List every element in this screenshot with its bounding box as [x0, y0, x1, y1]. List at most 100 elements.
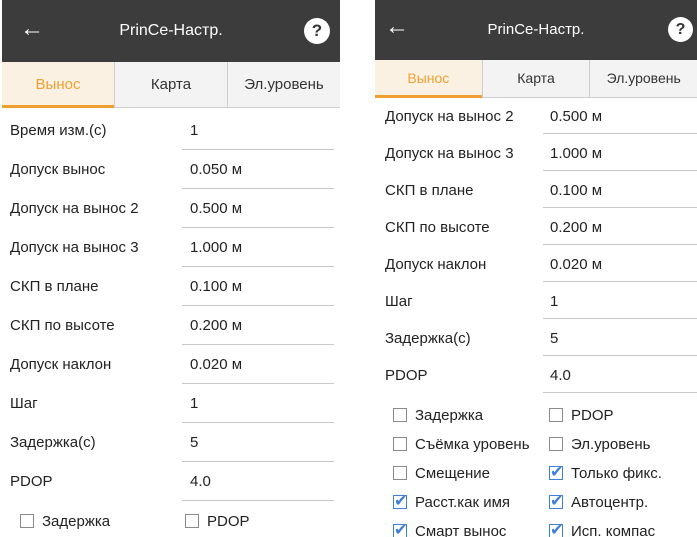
checkbox-el-uroven[interactable]: Эл.уровень	[549, 433, 650, 457]
input-underline	[182, 422, 334, 423]
tab-el-uroven[interactable]: Эл.уровень	[590, 60, 697, 97]
checkbox-box[interactable]	[393, 437, 407, 451]
checkbox-box[interactable]	[549, 490, 563, 514]
tab-vynos[interactable]: Вынос	[375, 60, 483, 98]
checkbox-grid: Задержка PDOP Съёмка уровень Эл.уровень …	[385, 404, 697, 537]
app-bar: ← PrinCe-Настр. ?	[2, 0, 340, 62]
setting-row: СКП по высоте 0.200 м	[385, 215, 697, 252]
settings-screen-left: ← PrinCe-Настр. ? Вынос Карта Эл.уровень…	[2, 0, 340, 537]
settings-list: Допуск на вынос 2 0.500 м Допуск на вынос…	[375, 98, 697, 537]
setting-label: Допуск на вынос 2	[385, 108, 514, 125]
setting-value-input[interactable]: 5	[190, 430, 198, 456]
setting-label: Допуск вынос	[10, 161, 106, 178]
checkbox-box[interactable]	[549, 408, 563, 422]
input-underline	[182, 227, 334, 228]
checkbox-box[interactable]	[393, 519, 407, 537]
checkbox-row: Задержка PDOP	[385, 404, 697, 433]
settings-list: Время изм.(с) 1 Допуск вынос 0.050 м Допус…	[2, 108, 340, 537]
screen-title: PrinCe-Настр.	[119, 22, 223, 39]
setting-value-input[interactable]: 0.500 м	[190, 196, 242, 222]
setting-value-input[interactable]: 4.0	[190, 469, 211, 495]
setting-row: PDOP 4.0	[10, 469, 340, 508]
setting-value-input[interactable]: 0.100 м	[190, 274, 242, 300]
setting-value-input[interactable]: 0.200 м	[550, 215, 602, 241]
setting-row: Шаг 1	[10, 391, 340, 430]
checkbox-zaderzhka[interactable]: Задержка	[393, 404, 483, 428]
setting-row: Задержка(с) 5	[10, 430, 340, 469]
checkbox-avtocentr[interactable]: Автоцентр.	[549, 490, 648, 515]
input-underline	[182, 500, 334, 501]
checkbox-row: Смещение Только фикс.	[385, 461, 697, 491]
checkbox-rasst-kak-imya[interactable]: Расст.как имя	[393, 490, 511, 515]
setting-value-input[interactable]: 0.050 м	[190, 157, 242, 183]
setting-value-input[interactable]: 0.500 м	[550, 104, 602, 130]
checkbox-label: PDOP	[571, 407, 614, 424]
checkbox-row: Смарт вынос Исп. компас	[385, 519, 697, 537]
checkbox-label: Смещение	[415, 465, 491, 482]
checkbox-label: PDOP	[207, 513, 250, 530]
setting-row: СКП в плане 0.100 м	[10, 274, 340, 313]
setting-value-input[interactable]: 0.020 м	[550, 252, 602, 278]
tab-karta[interactable]: Карта	[483, 60, 591, 97]
setting-row: Допуск на вынос 3 1.000 м	[385, 141, 697, 178]
input-underline	[182, 266, 334, 267]
setting-value-input[interactable]: 1	[550, 289, 558, 315]
checkbox-pdop[interactable]: PDOP	[549, 404, 614, 428]
setting-row: PDOP 4.0	[385, 363, 697, 400]
setting-value-input[interactable]: 4.0	[550, 363, 571, 389]
checkbox-zaderzhka[interactable]: Задержка	[20, 510, 110, 534]
checkbox-box[interactable]	[549, 437, 563, 451]
setting-label: Допуск наклон	[10, 356, 112, 373]
checkbox-smeshchenie[interactable]: Смещение	[393, 462, 490, 486]
setting-row: Задержка(с) 5	[385, 326, 697, 363]
input-underline	[543, 170, 697, 171]
help-icon[interactable]: ?	[668, 17, 693, 42]
setting-value-input[interactable]: 5	[550, 326, 558, 352]
setting-value-input[interactable]: 0.100 м	[550, 178, 602, 204]
checkbox-label: Эл.уровень	[571, 436, 651, 453]
input-underline	[543, 281, 697, 282]
checkbox-tolko-fiks[interactable]: Только фикс.	[549, 461, 662, 486]
checkbox-syomka-uroven[interactable]: Съёмка уровень	[393, 433, 530, 457]
checkbox-box[interactable]	[393, 408, 407, 422]
settings-screen-right: ← PrinCe-Настр. ? Вынос Карта Эл.уровень…	[375, 0, 697, 537]
checkbox-box[interactable]	[393, 490, 407, 514]
input-underline	[543, 392, 697, 393]
input-underline	[543, 244, 697, 245]
checkbox-isp-kompas[interactable]: Исп. компас	[549, 519, 655, 537]
setting-label: СКП по высоте	[385, 219, 490, 236]
tab-karta[interactable]: Карта	[115, 62, 228, 107]
tab-el-uroven[interactable]: Эл.уровень	[228, 62, 340, 107]
input-underline	[543, 207, 697, 208]
checkbox-box[interactable]	[20, 514, 34, 528]
input-underline	[182, 461, 334, 462]
checkbox-box[interactable]	[549, 461, 563, 485]
screen-title: PrinCe-Настр.	[487, 21, 585, 38]
checkbox-smart-vynos[interactable]: Смарт вынос	[393, 519, 506, 537]
setting-value-input[interactable]: 1.000 м	[190, 235, 242, 261]
checkbox-label: Расст.как имя	[415, 494, 511, 511]
setting-label: Допуск на вынос 3	[385, 145, 514, 162]
setting-value-input[interactable]: 1	[190, 391, 198, 417]
help-icon[interactable]: ?	[304, 18, 330, 44]
setting-label: Шаг	[385, 293, 413, 310]
checkbox-label: Только фикс.	[571, 465, 662, 482]
setting-row: Время изм.(с) 1	[10, 118, 340, 157]
checkbox-box[interactable]	[185, 514, 199, 528]
setting-value-input[interactable]: 0.020 м	[190, 352, 242, 378]
setting-label: PDOP	[10, 473, 53, 490]
setting-label: СКП в плане	[385, 182, 474, 199]
tab-bar: Вынос Карта Эл.уровень	[2, 62, 340, 108]
setting-row: Допуск наклон 0.020 м	[10, 352, 340, 391]
setting-label: Допуск на вынос 3	[10, 239, 139, 256]
setting-value-input[interactable]: 1	[190, 118, 198, 144]
input-underline	[182, 305, 334, 306]
setting-value-input[interactable]: 1.000 м	[550, 141, 602, 167]
tab-vynos[interactable]: Вынос	[2, 62, 115, 108]
setting-label: PDOP	[385, 367, 428, 384]
checkbox-box[interactable]	[393, 466, 407, 480]
checkbox-pdop[interactable]: PDOP	[185, 510, 250, 534]
setting-label: Шаг	[10, 395, 38, 412]
checkbox-box[interactable]	[549, 519, 563, 537]
setting-value-input[interactable]: 0.200 м	[190, 313, 242, 339]
